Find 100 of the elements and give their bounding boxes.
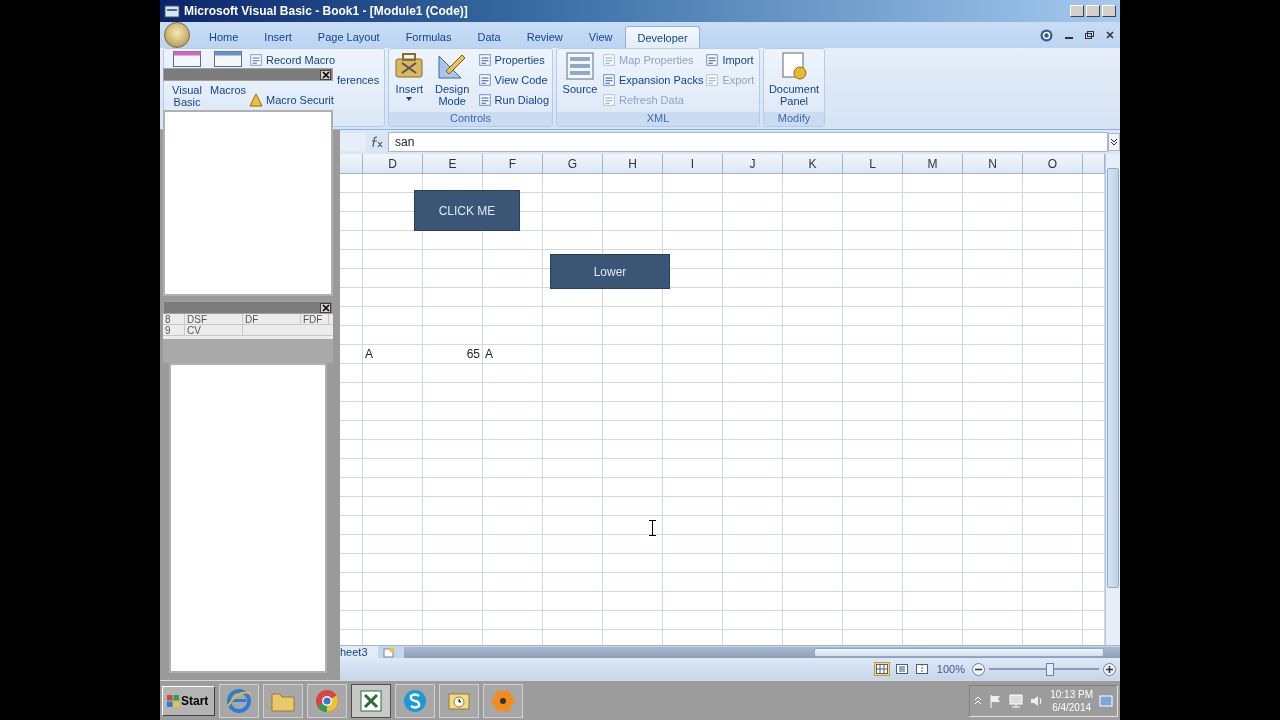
- taskbar-button[interactable]: [351, 683, 392, 718]
- zoom-in-button[interactable]: [1103, 662, 1116, 676]
- scrollbar-thumb[interactable]: [813, 647, 1104, 657]
- slider-thumb[interactable]: [1045, 662, 1054, 676]
- windows-logo-icon: [167, 694, 179, 707]
- expand-button[interactable]: [1108, 133, 1120, 151]
- ribbon-button[interactable]: Insert: [395, 83, 424, 95]
- flower-icon[interactable]: [490, 687, 517, 714]
- column-header[interactable]: N: [963, 154, 1023, 173]
- show-desktop-icon[interactable]: [1099, 693, 1113, 708]
- restore-icon[interactable]: [1085, 31, 1094, 39]
- document-icon: [477, 93, 492, 107]
- window-icon: [214, 51, 242, 67]
- view-button[interactable]: [893, 662, 910, 676]
- toolbox-icon: [393, 51, 426, 81]
- scrollbar-thumb[interactable]: [1107, 168, 1119, 588]
- document-icon: [705, 73, 720, 87]
- chevron-up-icon[interactable]: [974, 695, 983, 706]
- view-button[interactable]: [913, 662, 930, 676]
- sheet-tab[interactable]: heet3: [340, 645, 378, 659]
- column-header[interactable]: H: [603, 154, 663, 173]
- close-button[interactable]: [320, 69, 331, 80]
- column-header[interactable]: I: [663, 154, 723, 173]
- ribbon-button[interactable]: Properties: [494, 54, 545, 66]
- speaker-icon[interactable]: [1030, 693, 1045, 708]
- ribbon-button[interactable]: View Code: [494, 74, 548, 86]
- close-icon[interactable]: [1106, 31, 1114, 39]
- ribbon-button[interactable]: Import: [722, 54, 754, 66]
- restore-button[interactable]: [1086, 5, 1100, 17]
- ribbon-tab[interactable]: View: [575, 26, 626, 48]
- column-header[interactable]: K: [783, 154, 843, 173]
- start-button[interactable]: Start: [162, 685, 216, 716]
- ribbon-button[interactable]: Macro Securit: [266, 94, 334, 106]
- column-header[interactable]: G: [543, 154, 603, 173]
- cell-text: A: [485, 347, 493, 361]
- chrome-icon[interactable]: [314, 687, 341, 714]
- column-header[interactable]: O: [1023, 154, 1083, 173]
- ribbon-tab[interactable]: Home: [196, 26, 252, 48]
- ribbon-tab[interactable]: Formulas: [392, 26, 465, 48]
- window-title: Microsoft Visual Basic - Book1 - [Module1 (Code)]: [184, 4, 468, 18]
- ribbon-button[interactable]: Run Dialog: [494, 94, 549, 106]
- macro-button[interactable]: CLICK ME: [414, 190, 520, 231]
- ribbon-tab[interactable]: Data: [464, 26, 514, 48]
- plus-icon: [1106, 665, 1113, 673]
- zoom-reading: 100%: [936, 663, 965, 675]
- cell-text: A: [365, 347, 373, 361]
- function-icon[interactable]: [370, 136, 384, 148]
- ghost-text: DF: [243, 314, 301, 324]
- ribbon-button[interactable]: Source: [562, 83, 598, 95]
- chat-s-icon[interactable]: [402, 687, 429, 714]
- close-button[interactable]: [320, 302, 331, 313]
- new-sheet-icon[interactable]: [381, 646, 396, 658]
- ribbon-tab[interactable]: Review: [513, 26, 576, 48]
- ghost-text: 9: [163, 325, 185, 335]
- warning-icon: [249, 93, 263, 107]
- vertical-scrollbar[interactable]: [1105, 154, 1120, 645]
- column-header[interactable]: E: [423, 154, 483, 173]
- ghost-text: CV: [185, 325, 243, 335]
- minimize-button[interactable]: [1070, 5, 1084, 17]
- group-label: Controls: [389, 112, 552, 126]
- chevron-down-icon: [1110, 138, 1118, 146]
- ribbon-button[interactable]: Document Panel: [767, 83, 821, 107]
- spreadsheet-x-icon[interactable]: [358, 687, 385, 714]
- caret-icon[interactable]: [406, 97, 413, 101]
- ribbon-button[interactable]: Design Mode: [428, 83, 476, 107]
- zoom-out-button[interactable]: [972, 662, 985, 676]
- office-button[interactable]: [164, 22, 190, 48]
- ghost-text: FDF: [301, 314, 329, 324]
- document-icon: [602, 53, 616, 67]
- ribbon-tab[interactable]: Page Layout: [304, 26, 393, 48]
- ribbon-button[interactable]: Visual Basic: [167, 84, 207, 108]
- browser-e-icon[interactable]: [226, 687, 253, 714]
- help-icon[interactable]: [1040, 28, 1053, 42]
- column-header[interactable]: F: [483, 154, 543, 173]
- ghost-text: 8: [163, 314, 185, 324]
- column-header[interactable]: D: [363, 154, 423, 173]
- group-label: Modify: [764, 112, 824, 126]
- document-icon: [602, 93, 616, 107]
- monitor-icon[interactable]: [1008, 693, 1025, 708]
- ribbon-button[interactable]: Record Macro: [266, 54, 336, 66]
- horizontal-scrollbar[interactable]: [403, 646, 1120, 658]
- start-label: Start: [181, 693, 209, 708]
- clock-time: 10:13 PM: [1050, 687, 1093, 701]
- ribbon-tab[interactable]: Insert: [251, 26, 305, 48]
- column-header[interactable]: J: [723, 154, 783, 173]
- ribbon-tab[interactable]: Developer: [625, 26, 700, 48]
- group-label: XML: [557, 112, 759, 126]
- ribbon-button[interactable]: ferences: [337, 74, 380, 86]
- page-break-icon: [915, 664, 928, 674]
- column-header[interactable]: L: [843, 154, 903, 173]
- ribbon-button[interactable]: Expansion Packs: [619, 74, 704, 86]
- ribbon-button[interactable]: Macros: [209, 84, 247, 96]
- formula-field[interactable]: san: [388, 132, 1108, 152]
- column-header[interactable]: M: [903, 154, 963, 173]
- macro-button[interactable]: Lower: [550, 254, 670, 289]
- text-cursor-icon: [649, 520, 656, 536]
- flag-icon[interactable]: [988, 693, 1003, 708]
- view-button[interactable]: [873, 662, 890, 676]
- code-editor-icon: [173, 51, 201, 67]
- ghost-text: DSF: [185, 314, 243, 324]
